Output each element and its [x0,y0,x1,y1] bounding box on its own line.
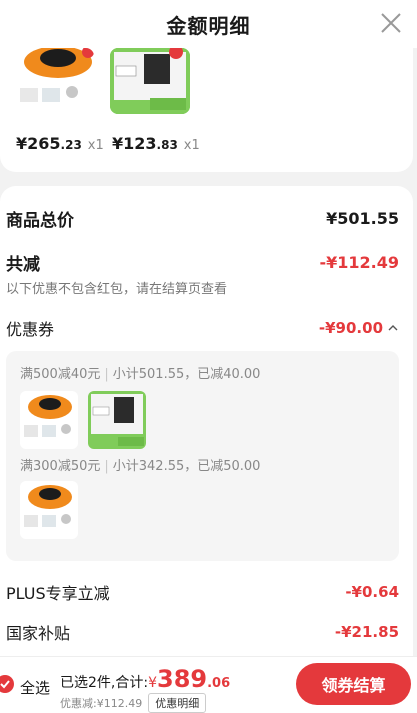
close-icon[interactable] [379,11,403,35]
total-amount-decimal: .06 [207,676,231,691]
discount-detail-button[interactable]: 优惠明细 [148,693,207,713]
total-label: 商品总价 [6,211,74,231]
coupon-rule-1: 满500减40元 | 小计501.55，已减40.00 [20,367,261,382]
price-decimal: .83 [156,138,178,152]
checkout-bar: 全选 已选2件,合计:¥389.06 优惠减:¥112.49 优惠明细 领券结算 [0,656,417,713]
plus-label: PLUS专享立减 [6,584,110,603]
product-1-illustration [20,48,94,102]
product-image-1[interactable] [14,48,94,114]
subsidy-value: -¥21.85 [334,623,399,641]
coupon-rule-detail: 小计501.55，已减40.00 [112,367,261,382]
page-title: 金额明细 [166,13,251,38]
coupon-row[interactable]: 优惠券 -¥90.00 [6,316,399,340]
coupon-rule-label: 满500减40元 [20,367,101,382]
product-price-1: ¥265.23 x1 [16,134,104,153]
saved-amount-text: 优惠减:¥112.49 [60,697,143,710]
product-image-2[interactable] [110,48,190,114]
chevron-up-icon[interactable] [387,323,399,333]
product-price-2: ¥123.83 x1 [112,134,200,153]
total-row: 商品总价 ¥501.55 [6,206,399,231]
subsidy-row: 国家补贴 -¥21.85 [6,620,399,644]
price-integer: ¥265 [16,134,61,153]
discount-note: 以下优惠不包含红包，请在结算页查看 [6,282,228,297]
discount-value: -¥112.49 [319,253,399,272]
coupon-detail-box: 满500减40元 | 小计501.55，已减40.00 满300减50元 | 小计342… [6,351,399,561]
product-1-illustration [24,485,72,527]
coupon-rule-label: 满300减50元 [20,459,101,474]
quantity: x1 [87,138,104,153]
currency-symbol: ¥ [148,675,157,691]
subsidy-label: 国家补贴 [6,624,71,643]
product-2-illustration [110,48,190,114]
header: 金额明细 [0,0,417,48]
coupon-rule-detail: 小计342.55，已减50.00 [112,459,261,474]
quantity: x1 [183,138,200,153]
amount-detail-card: 商品总价 ¥501.55 共减 -¥112.49 以下优惠不包含红包，请在结算页… [0,186,413,656]
coupon-rule-2: 满300减50元 | 小计342.55，已减50.00 [20,459,261,474]
discount-row: 共减 -¥112.49 [6,250,399,275]
plus-value: -¥0.64 [345,583,399,601]
coupon-product-image-2[interactable] [88,391,146,449]
select-all-checkbox[interactable] [0,675,14,693]
discount-label: 共减 [6,255,40,275]
checkout-button[interactable]: 领券结算 [296,663,411,705]
select-all-label[interactable]: 全选 [20,677,50,698]
plus-discount-row: PLUS专享立减 -¥0.64 [6,580,399,604]
price-integer: ¥123 [112,134,157,153]
check-icon [0,680,10,689]
coupon-product-image-3[interactable] [20,481,78,539]
coupon-value: -¥90.00 [318,319,383,337]
product-2-illustration [91,394,144,446]
selected-count-text: 已选2件,合计: [60,675,149,691]
product-card: ¥265.23 x1 ¥123.83 x1 [0,48,413,172]
price-decimal: .23 [60,138,82,152]
coupon-product-image-1[interactable] [20,391,78,449]
total-value: ¥501.55 [326,209,399,228]
coupon-label: 优惠券 [6,320,55,339]
product-1-illustration [24,395,72,437]
total-summary: 已选2件,合计:¥389.06 [60,665,230,693]
saved-line: 优惠减:¥112.49 优惠明细 [60,693,207,713]
total-amount-integer: 389 [157,665,208,693]
